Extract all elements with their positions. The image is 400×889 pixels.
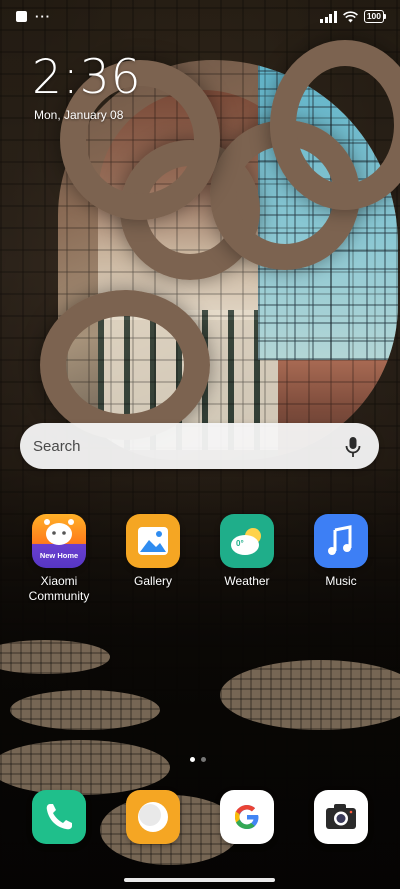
wifi-icon [342, 10, 358, 22]
home-gesture-bar[interactable] [124, 878, 275, 882]
app-music[interactable]: Music [296, 514, 386, 589]
phone-icon [32, 790, 86, 844]
search-bar[interactable]: Search [20, 423, 379, 469]
app-label: Xiaomi Community [28, 574, 90, 603]
weather-icon: 0° [220, 514, 274, 568]
dock-google[interactable] [202, 790, 292, 844]
more-notifications-indicator: ··· [35, 8, 51, 24]
app-label: Gallery [133, 574, 172, 588]
new-home-badge: New Home [39, 551, 79, 560]
dock-phone[interactable] [14, 790, 104, 844]
music-icon [314, 514, 368, 568]
cellular-signal-icon [320, 10, 337, 23]
google-icon [220, 790, 274, 844]
app-weather[interactable]: 0° Weather [202, 514, 292, 589]
clock-time[interactable]: 2:36 [32, 50, 142, 105]
gallery-icon [126, 514, 180, 568]
weather-temp: 0° [236, 539, 244, 548]
page-dot-active [190, 757, 195, 762]
clock-date[interactable]: Mon, January 08 [34, 108, 123, 122]
camera-icon [314, 790, 368, 844]
xiaomi-community-icon: New Home [32, 514, 86, 568]
app-xiaomi-community[interactable]: New Home Xiaomi Community [14, 514, 104, 604]
search-placeholder: Search [33, 438, 81, 455]
battery-icon: 100 [363, 10, 387, 23]
app-label: Music [325, 574, 357, 588]
notification-icon [16, 11, 27, 22]
dock-camera[interactable] [296, 790, 386, 844]
microphone-icon[interactable] [343, 436, 363, 458]
dock-messages[interactable] [108, 790, 198, 844]
app-label: Weather [224, 574, 270, 588]
page-indicator [190, 757, 206, 762]
messages-icon [126, 790, 180, 844]
app-gallery[interactable]: Gallery [108, 514, 198, 589]
status-bar: ··· 100 [0, 0, 400, 36]
page-dot [201, 757, 206, 762]
